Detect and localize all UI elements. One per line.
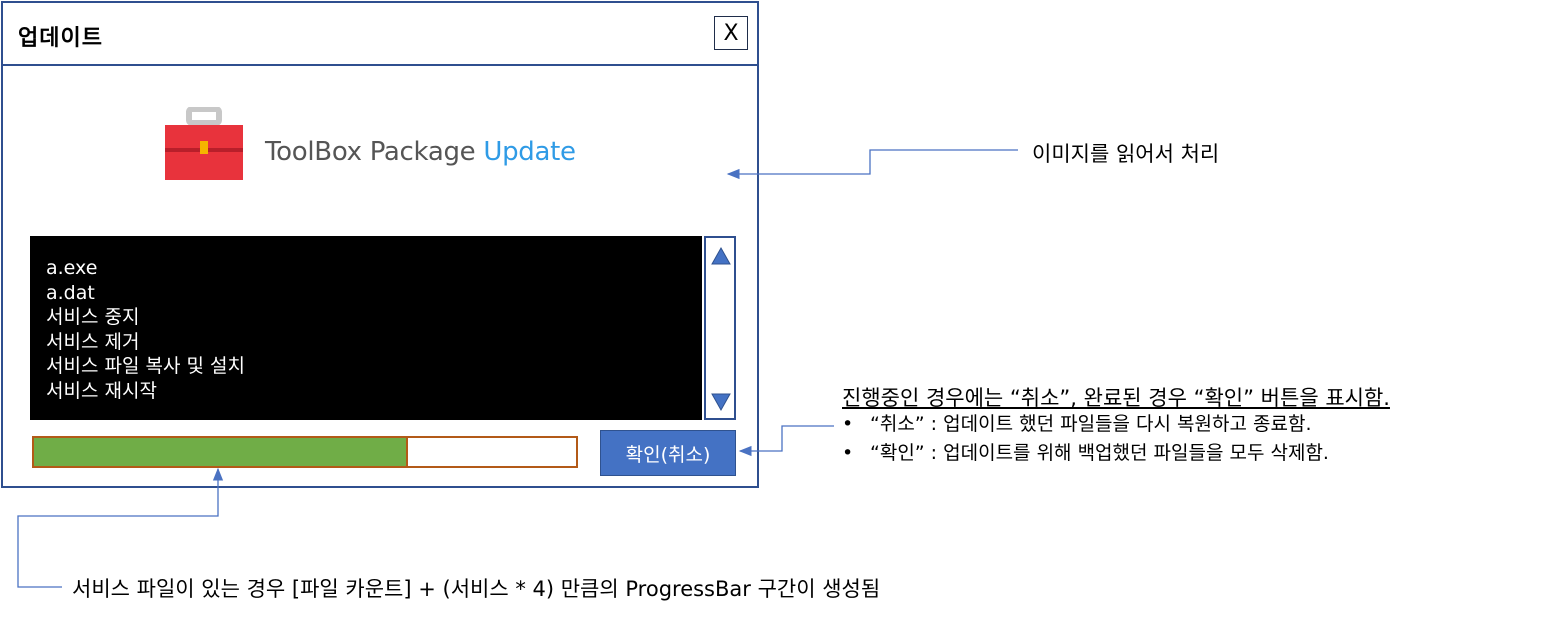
progress-note: 서비스 파일이 있는 경우 [파일 카운트] + (서비스 * 4) 만큼의 P…: [72, 577, 881, 601]
image-note: 이미지를 읽어서 처리: [1032, 142, 1220, 166]
button-note-connector: [738, 425, 834, 457]
image-note-connector: [726, 149, 1018, 180]
button-note-bullets: “취소” : 업데이트 했던 파일들을 다시 복원하고 종료함. “확인” : …: [842, 410, 1329, 468]
annotation-connectors: [17, 149, 1018, 588]
button-note-bullet: “확인” : 업데이트를 위해 백업했던 파일들을 모두 삭제함.: [842, 439, 1329, 468]
progress-note-connector: [17, 467, 224, 588]
button-note-title: 진행중인 경우에는 “취소”, 완료된 경우 “확인” 버튼을 표시함.: [842, 386, 1390, 410]
button-note-bullet: “취소” : 업데이트 했던 파일들을 다시 복원하고 종료함.: [842, 410, 1329, 439]
